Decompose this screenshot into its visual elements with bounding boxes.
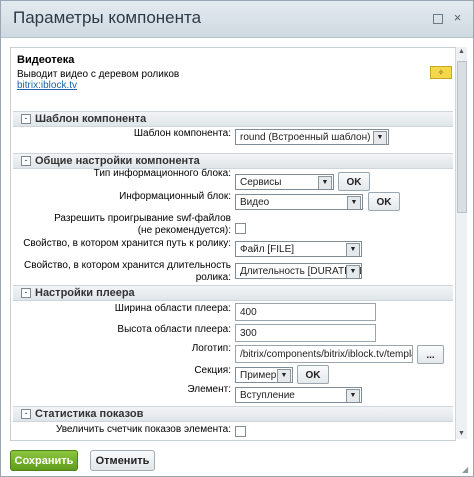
iblock-type-value: Сервисы — [240, 177, 282, 188]
chevron-down-icon: ▼ — [346, 243, 360, 256]
title-bar[interactable]: Параметры компонента × — [1, 1, 473, 38]
section-general[interactable]: - Общие настройки компонента — [13, 153, 453, 169]
chevron-down-icon: ▼ — [277, 369, 291, 382]
logo-label: Логотип: — [191, 343, 231, 354]
section-template-label: Шаблон компонента — [35, 113, 147, 125]
iblock-ok-button[interactable]: OK — [368, 192, 400, 211]
collapse-icon[interactable]: - — [21, 114, 31, 124]
element-select-value: Вступление — [240, 390, 295, 401]
component-settings-dialog: Параметры компонента × Видеотека Выводит… — [0, 0, 474, 477]
chevron-down-icon: ▼ — [347, 196, 361, 209]
section-template[interactable]: - Шаблон компонента — [13, 111, 453, 127]
scroll-down-icon[interactable]: ▼ — [456, 429, 467, 439]
path-prop-label: Свойство, в котором хранится путь к роли… — [23, 238, 231, 249]
element-select[interactable]: Вступление ▼ — [235, 387, 362, 403]
close-icon[interactable]: × — [452, 11, 463, 24]
template-select-value: round (Встроенный шаблон) — [240, 132, 371, 143]
height-input[interactable]: 300 — [235, 324, 376, 342]
chevron-down-icon: ▼ — [346, 389, 360, 402]
collapse-icon[interactable]: - — [21, 288, 31, 298]
component-description: Выводит видео с деревом роликов — [17, 69, 180, 80]
iblock-select[interactable]: Видео ▼ — [235, 194, 363, 210]
collapse-icon[interactable]: - — [21, 409, 31, 419]
height-label: Высота области плеера: — [117, 324, 231, 335]
logo-browse-button[interactable]: ... — [417, 345, 444, 364]
duration-prop-value: Длительность [DURATION] — [240, 266, 362, 277]
iblock-value: Видео — [240, 197, 270, 208]
path-prop-select[interactable]: Файл [FILE] ▼ — [235, 241, 362, 257]
resize-handle-icon[interactable]: ◢ — [462, 465, 471, 474]
maximize-icon[interactable] — [433, 14, 443, 24]
dialog-title: Параметры компонента — [13, 8, 202, 27]
duration-prop-select[interactable]: Длительность [DURATION] ▼ — [235, 263, 362, 279]
path-prop-value: Файл [FILE] — [240, 244, 295, 255]
section-general-label: Общие настройки компонента — [35, 155, 200, 167]
iblock-type-label: Тип информационного блока: — [93, 168, 231, 179]
settings-content: Видеотека Выводит видео с деревом ролико… — [10, 47, 456, 441]
allow-swf-label: Разрешить проигрывание swf-файлов (не ре… — [54, 213, 231, 236]
iblock-label: Информационный блок: — [119, 191, 231, 202]
template-label: Шаблон компонента: — [133, 128, 231, 139]
section-select[interactable]: Примеры ▼ — [235, 367, 293, 383]
scroll-up-icon[interactable]: ▲ — [456, 47, 467, 57]
chevron-down-icon: ▼ — [346, 265, 360, 278]
scrollbar-thumb[interactable] — [457, 61, 467, 213]
allow-swf-checkbox[interactable] — [235, 223, 246, 234]
template-select[interactable]: round (Встроенный шаблон) ▼ — [235, 129, 389, 145]
increment-counter-label: Увеличить счетчик показов элемента: — [55, 424, 231, 435]
component-badge-icon[interactable]: ✧ — [430, 66, 452, 79]
chevron-down-icon: ▼ — [373, 131, 387, 144]
width-input[interactable]: 400 — [235, 303, 376, 321]
increment-counter-checkbox[interactable] — [235, 426, 246, 437]
cancel-button[interactable]: Отменить — [90, 450, 155, 471]
duration-prop-label: Свойство, в котором хранится длительност… — [24, 260, 231, 283]
section-player[interactable]: - Настройки плеера — [13, 285, 453, 301]
logo-input[interactable]: /bitrix/components/bitrix/iblock.tv/temp… — [235, 345, 413, 363]
chevron-down-icon: ▼ — [318, 176, 332, 189]
section-field-label: Секция: — [194, 365, 231, 376]
component-path-link[interactable]: bitrix:iblock.tv — [17, 80, 77, 91]
collapse-icon[interactable]: - — [21, 156, 31, 166]
section-ok-button[interactable]: OK — [297, 365, 329, 384]
section-stats[interactable]: - Статистика показов — [13, 406, 453, 422]
section-player-label: Настройки плеера — [35, 287, 135, 299]
iblock-type-select[interactable]: Сервисы ▼ — [235, 174, 334, 190]
save-button[interactable]: Сохранить — [10, 450, 78, 471]
iblock-type-ok-button[interactable]: OK — [338, 172, 370, 191]
component-name: Видеотека — [17, 54, 75, 66]
section-stats-label: Статистика показов — [35, 408, 144, 420]
element-label: Элемент: — [187, 384, 231, 395]
width-label: Ширина области плеера: — [114, 303, 231, 314]
vertical-scrollbar[interactable]: ▲ ▼ — [455, 47, 467, 439]
